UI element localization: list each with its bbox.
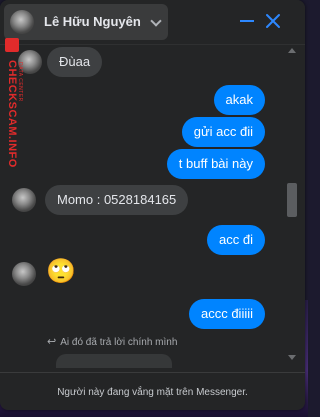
contact-name: Lê Hữu Nguyên bbox=[44, 14, 141, 29]
away-status-text: Người này đang vắng mặt trên Messenger. bbox=[57, 386, 248, 398]
minimize-icon bbox=[240, 20, 254, 22]
scrollbar-thumb[interactable] bbox=[287, 183, 297, 217]
emoji-message[interactable]: 🙄 bbox=[46, 258, 76, 286]
message-bubble-incoming[interactable]: Momo : 0528184165 bbox=[45, 185, 189, 215]
message-bubble-outgoing[interactable]: accc điiiii bbox=[188, 299, 265, 329]
close-icon bbox=[266, 14, 280, 28]
message-bubble-outgoing[interactable]: acc đi bbox=[207, 225, 265, 255]
minimize-button[interactable] bbox=[236, 10, 258, 32]
reply-hint-text: Ai đó đã trả lời chính mình bbox=[60, 337, 178, 348]
reply-indicator: ↩ Ai đó đã trả lời chính mình bbox=[47, 335, 177, 348]
message-scrollbar[interactable] bbox=[285, 45, 299, 363]
chat-header: Lê Hữu Nguyên bbox=[0, 0, 305, 45]
message-bubble-outgoing[interactable]: t buff bài này bbox=[166, 149, 265, 179]
chat-window: Lê Hữu Nguyên Đùaa akak gửi acc đii t bu… bbox=[0, 0, 305, 410]
reply-icon: ↩ bbox=[47, 336, 57, 348]
contact-avatar bbox=[10, 10, 34, 34]
sender-avatar[interactable] bbox=[12, 262, 36, 286]
contact-profile-button[interactable]: Lê Hữu Nguyên bbox=[4, 4, 168, 40]
scroll-down-arrow-icon[interactable] bbox=[288, 355, 296, 360]
message-bubble-outgoing[interactable]: gửi acc đii bbox=[181, 117, 265, 147]
scroll-up-arrow-icon[interactable] bbox=[288, 48, 296, 53]
message-list[interactable]: Đùaa akak gửi acc đii t buff bài này Mom… bbox=[0, 45, 305, 368]
message-bubble-incoming[interactable]: Đùaa bbox=[47, 47, 103, 77]
message-bubble-outgoing[interactable]: akak bbox=[213, 85, 265, 115]
replied-message-preview[interactable] bbox=[56, 354, 172, 368]
close-button[interactable] bbox=[262, 10, 284, 32]
watermark-subtext: DATA CENTER bbox=[17, 62, 23, 102]
watermark: CHECKSCAM.INFO DATA CENTER bbox=[2, 38, 26, 228]
chevron-down-icon bbox=[150, 15, 162, 27]
watermark-logo-icon bbox=[5, 38, 19, 52]
chat-footer: Người này đang vắng mặt trên Messenger. bbox=[0, 372, 305, 410]
